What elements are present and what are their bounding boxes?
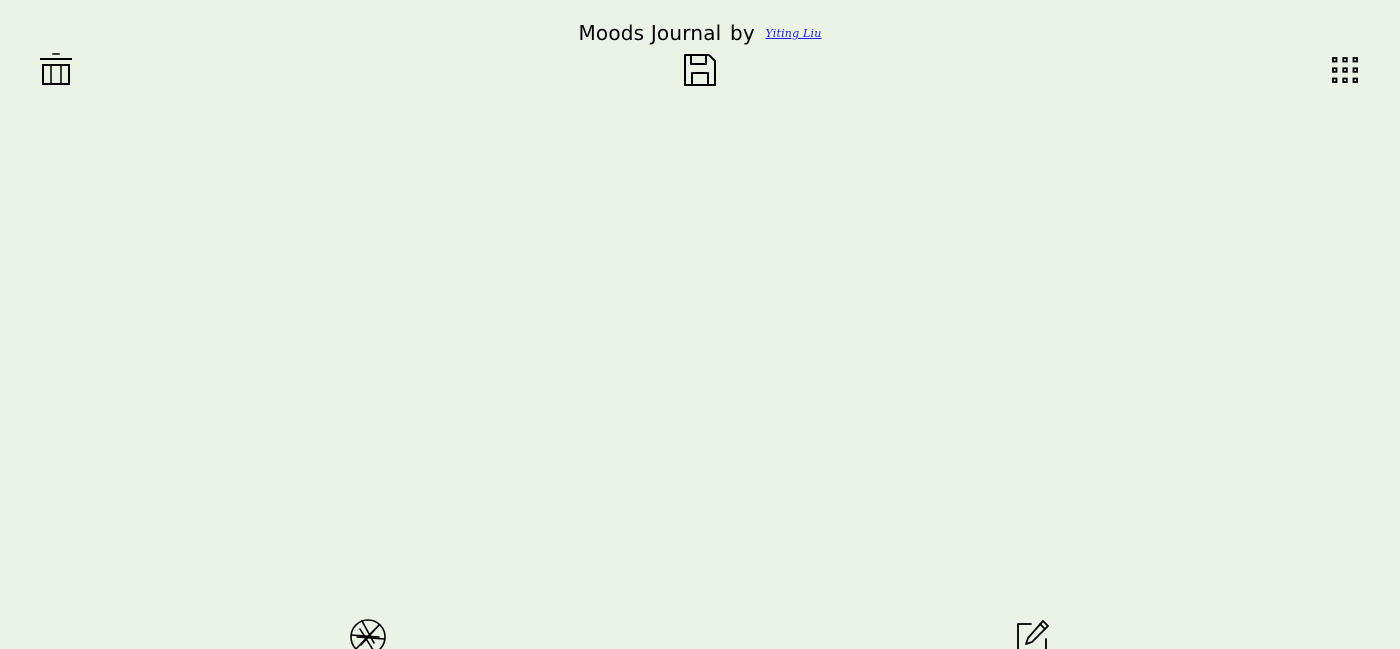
author-link[interactable]: Yiting Liu — [765, 27, 821, 40]
save-icon — [684, 54, 716, 86]
camera-button[interactable] — [348, 617, 388, 649]
edit-entry-button[interactable] — [1013, 618, 1051, 649]
page-title: Moods Journal by Yiting Liu — [0, 19, 1400, 48]
apps-grid-icon — [1332, 57, 1358, 83]
app-root: Moods Journal by Yiting Liu — [0, 0, 1400, 649]
app-title: Moods Journal — [578, 21, 722, 45]
edit-note-icon — [1017, 620, 1049, 649]
delete-button[interactable] — [39, 52, 73, 86]
by-text: by — [729, 21, 755, 45]
camera-aperture-icon — [350, 619, 386, 649]
save-button[interactable] — [683, 53, 717, 87]
apps-menu-button[interactable] — [1330, 55, 1360, 85]
trash-icon — [40, 53, 72, 85]
